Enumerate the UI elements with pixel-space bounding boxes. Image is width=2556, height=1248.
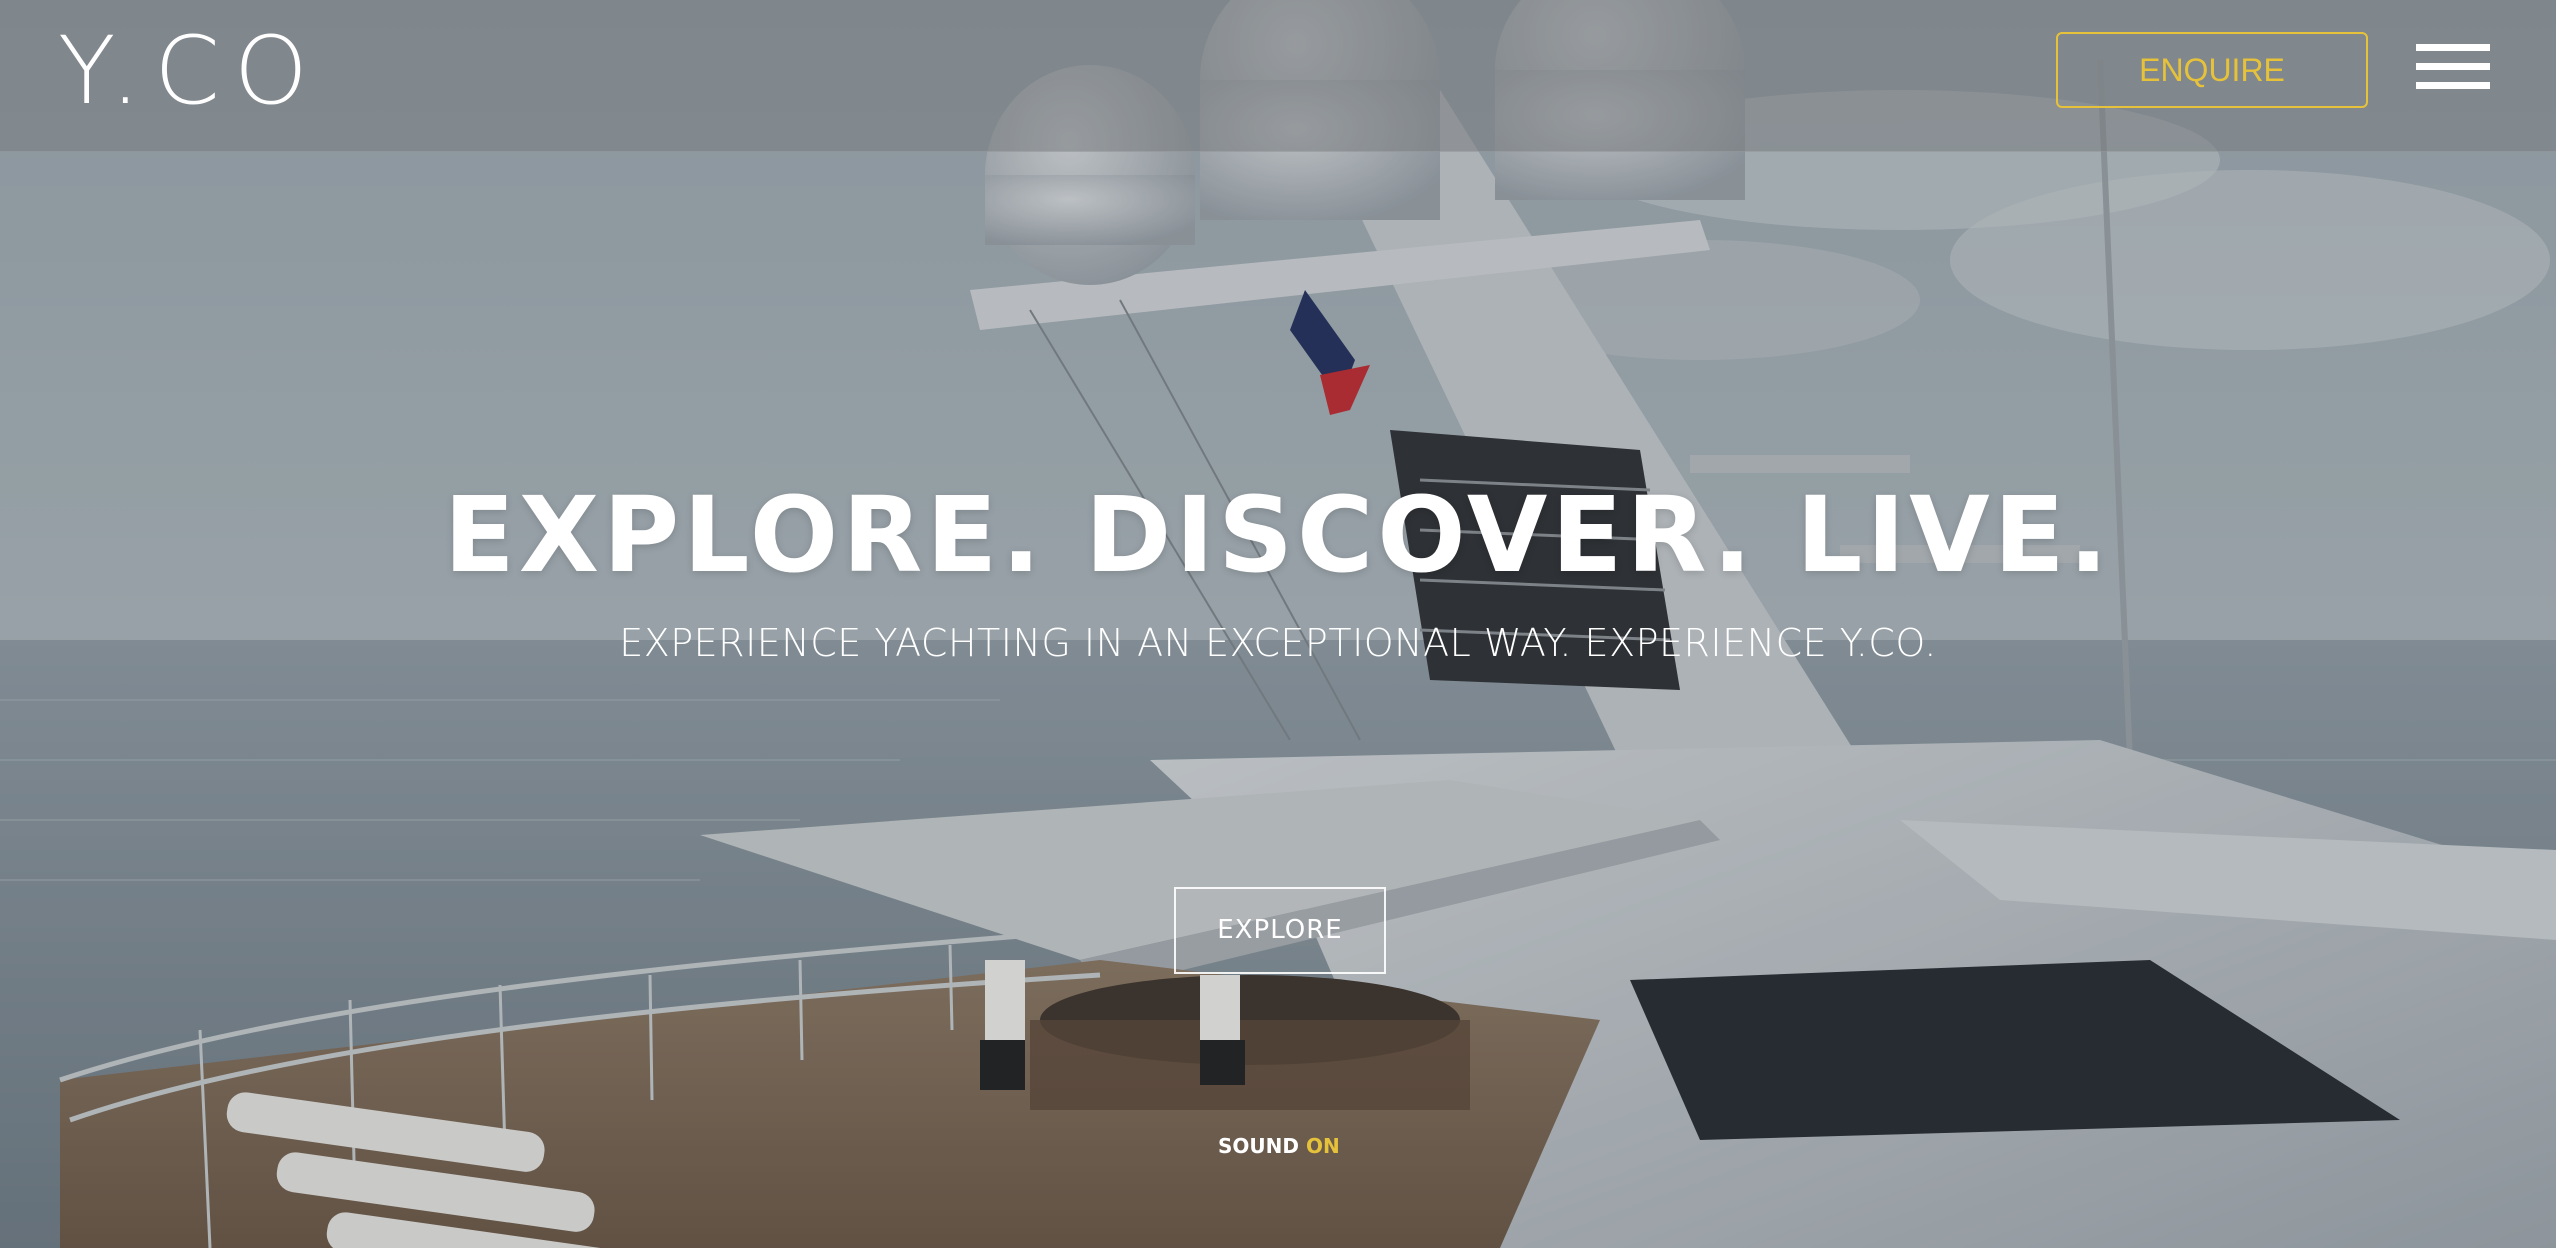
- enquire-button[interactable]: ENQUIRE: [2056, 32, 2368, 108]
- sound-toggle[interactable]: SOUND ON: [1218, 1130, 1340, 1162]
- sound-label: SOUND: [1218, 1134, 1299, 1158]
- site-header: Y.CO ENQUIRE: [0, 0, 2556, 152]
- menu-line: [2416, 63, 2490, 70]
- hero-headline: EXPLORE. DISCOVER. LIVE.: [443, 474, 2113, 596]
- hero-subheadline: EXPERIENCE YACHTING IN AN EXCEPTIONAL WA…: [619, 621, 1937, 665]
- explore-button[interactable]: EXPLORE: [1174, 887, 1386, 974]
- sound-state: ON: [1305, 1134, 1340, 1158]
- brand-logo[interactable]: Y.CO: [58, 22, 322, 122]
- menu-line: [2416, 44, 2490, 51]
- hero-section: Y.CO ENQUIRE EXPLORE. DISCOVER. LIVE. EX…: [0, 0, 2556, 1248]
- menu-line: [2416, 82, 2490, 89]
- hamburger-menu-icon[interactable]: [2416, 44, 2490, 90]
